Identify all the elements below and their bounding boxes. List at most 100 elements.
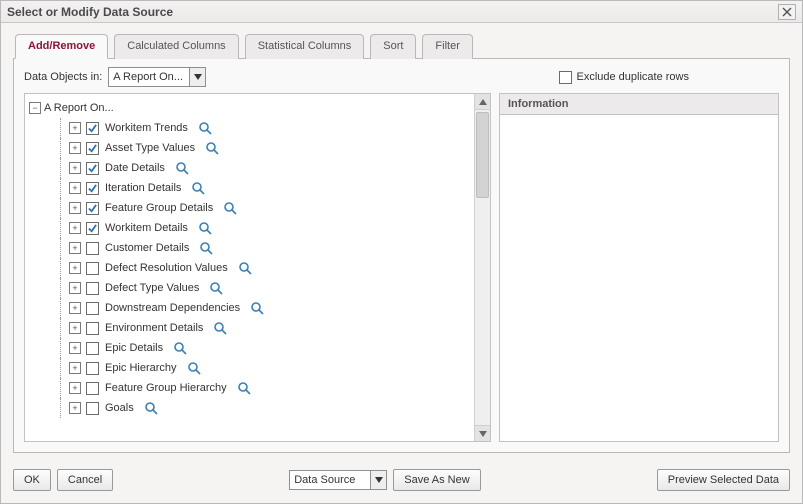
ok-button[interactable]: OK bbox=[13, 469, 51, 491]
tree-scrollbar[interactable] bbox=[474, 94, 490, 441]
chevron-down-icon bbox=[194, 74, 202, 80]
scroll-thumb[interactable] bbox=[476, 112, 489, 198]
magnify-icon[interactable] bbox=[205, 141, 219, 155]
tree-item-checkbox[interactable] bbox=[86, 402, 99, 415]
cancel-button[interactable]: Cancel bbox=[57, 469, 113, 491]
magnify-icon[interactable] bbox=[213, 321, 227, 335]
tree-item-checkbox[interactable] bbox=[86, 162, 99, 175]
tree-item[interactable]: +Iteration Details bbox=[29, 178, 472, 198]
magnify-icon[interactable] bbox=[199, 241, 213, 255]
expand-icon[interactable]: + bbox=[69, 282, 81, 294]
tree-item-label: Customer Details bbox=[105, 242, 189, 254]
magnify-icon[interactable] bbox=[175, 161, 189, 175]
tree-item[interactable]: +Goals bbox=[29, 398, 472, 418]
magnify-icon[interactable] bbox=[191, 181, 205, 195]
tab-filter[interactable]: Filter bbox=[422, 34, 472, 59]
magnify-icon[interactable] bbox=[198, 221, 212, 235]
tree-item[interactable]: +Asset Type Values bbox=[29, 138, 472, 158]
tree-item-checkbox[interactable] bbox=[86, 382, 99, 395]
scroll-down-button[interactable] bbox=[475, 425, 490, 441]
tree-connector bbox=[55, 358, 69, 378]
tree-item[interactable]: + Workitem Details bbox=[29, 218, 472, 238]
magnify-icon[interactable] bbox=[209, 281, 223, 295]
tree-item[interactable]: +Feature Group Details bbox=[29, 198, 472, 218]
tree-connector bbox=[55, 198, 69, 218]
main-split: − A Report On... +Workitem Trends+Asset … bbox=[24, 93, 779, 442]
close-button[interactable] bbox=[778, 4, 796, 20]
tree-item-checkbox[interactable] bbox=[86, 202, 99, 215]
tree-root[interactable]: − A Report On... bbox=[29, 98, 472, 118]
information-pane: Information bbox=[499, 93, 779, 442]
scroll-up-button[interactable] bbox=[475, 94, 490, 110]
expand-icon[interactable]: + bbox=[69, 142, 81, 154]
tree-pane: − A Report On... +Workitem Trends+Asset … bbox=[24, 93, 491, 442]
tree-root-label: A Report On... bbox=[44, 102, 114, 114]
tree-item-checkbox[interactable] bbox=[86, 142, 99, 155]
expand-icon[interactable]: + bbox=[69, 322, 81, 334]
magnify-icon[interactable] bbox=[237, 381, 251, 395]
tree-item[interactable]: +Defect Type Values bbox=[29, 278, 472, 298]
tree-item[interactable]: + Customer Details bbox=[29, 238, 472, 258]
data-source-select[interactable]: Data Source bbox=[289, 470, 387, 490]
collapse-icon[interactable]: − bbox=[29, 102, 41, 114]
exclude-duplicate-checkbox[interactable] bbox=[559, 71, 572, 84]
tree-item-checkbox[interactable] bbox=[86, 262, 99, 275]
tree-item-checkbox[interactable] bbox=[86, 282, 99, 295]
expand-icon[interactable]: + bbox=[69, 122, 81, 134]
tree-item-label: Defect Resolution Values bbox=[105, 262, 228, 274]
tree-item[interactable]: + Defect Resolution Values bbox=[29, 258, 472, 278]
tree-item-checkbox[interactable] bbox=[86, 222, 99, 235]
magnify-icon[interactable] bbox=[173, 341, 187, 355]
expand-icon[interactable]: + bbox=[69, 302, 81, 314]
magnify-icon[interactable] bbox=[238, 261, 252, 275]
magnify-icon[interactable] bbox=[223, 201, 237, 215]
expand-icon[interactable]: + bbox=[69, 182, 81, 194]
expand-icon[interactable]: + bbox=[69, 402, 81, 414]
magnify-icon[interactable] bbox=[187, 361, 201, 375]
tree-item[interactable]: + Epic Details bbox=[29, 338, 472, 358]
expand-icon[interactable]: + bbox=[69, 382, 81, 394]
expand-icon[interactable]: + bbox=[69, 242, 81, 254]
data-objects-select[interactable]: A Report On... bbox=[108, 67, 206, 87]
data-source-dropdown-button[interactable] bbox=[370, 471, 386, 489]
chevron-up-icon bbox=[479, 99, 487, 105]
data-objects-value: A Report On... bbox=[109, 71, 189, 83]
magnify-icon[interactable] bbox=[250, 301, 264, 315]
tree-item[interactable]: +Epic Hierarchy bbox=[29, 358, 472, 378]
footer-bar: OK Cancel Data Source Save As New Previe… bbox=[1, 459, 802, 503]
tree-item-checkbox[interactable] bbox=[86, 302, 99, 315]
tree-item-checkbox[interactable] bbox=[86, 322, 99, 335]
chevron-down-icon bbox=[375, 477, 383, 483]
tree-item[interactable]: +Environment Details bbox=[29, 318, 472, 338]
data-objects-dropdown-button[interactable] bbox=[189, 68, 205, 86]
tree-item-label: Downstream Dependencies bbox=[105, 302, 240, 314]
tree-item[interactable]: + Downstream Dependencies bbox=[29, 298, 472, 318]
preview-selected-button[interactable]: Preview Selected Data bbox=[657, 469, 790, 491]
tree-item-checkbox[interactable] bbox=[86, 342, 99, 355]
expand-icon[interactable]: + bbox=[69, 342, 81, 354]
tab-add-remove[interactable]: Add/Remove bbox=[15, 34, 108, 59]
save-as-new-button[interactable]: Save As New bbox=[393, 469, 480, 491]
tab-sort[interactable]: Sort bbox=[370, 34, 416, 59]
magnify-icon[interactable] bbox=[198, 121, 212, 135]
tab-statistical[interactable]: Statistical Columns bbox=[245, 34, 365, 59]
tree-item[interactable]: +Feature Group Hierarchy bbox=[29, 378, 472, 398]
tree-item-checkbox[interactable] bbox=[86, 242, 99, 255]
scroll-track[interactable] bbox=[475, 110, 490, 425]
tab-calculated[interactable]: Calculated Columns bbox=[114, 34, 238, 59]
magnify-icon[interactable] bbox=[144, 401, 158, 415]
tree-item-checkbox[interactable] bbox=[86, 122, 99, 135]
tree-connector bbox=[55, 158, 69, 178]
tree-item-label: Epic Details bbox=[105, 342, 163, 354]
tree-item-checkbox[interactable] bbox=[86, 182, 99, 195]
expand-icon[interactable]: + bbox=[69, 222, 81, 234]
tree-item[interactable]: +Date Details bbox=[29, 158, 472, 178]
data-source-value: Data Source bbox=[290, 474, 370, 486]
tree-item[interactable]: +Workitem Trends bbox=[29, 118, 472, 138]
expand-icon[interactable]: + bbox=[69, 362, 81, 374]
tree-item-label: Workitem Details bbox=[105, 222, 188, 234]
expand-icon[interactable]: + bbox=[69, 262, 81, 274]
expand-icon[interactable]: + bbox=[69, 162, 81, 174]
tree-item-checkbox[interactable] bbox=[86, 362, 99, 375]
expand-icon[interactable]: + bbox=[69, 202, 81, 214]
